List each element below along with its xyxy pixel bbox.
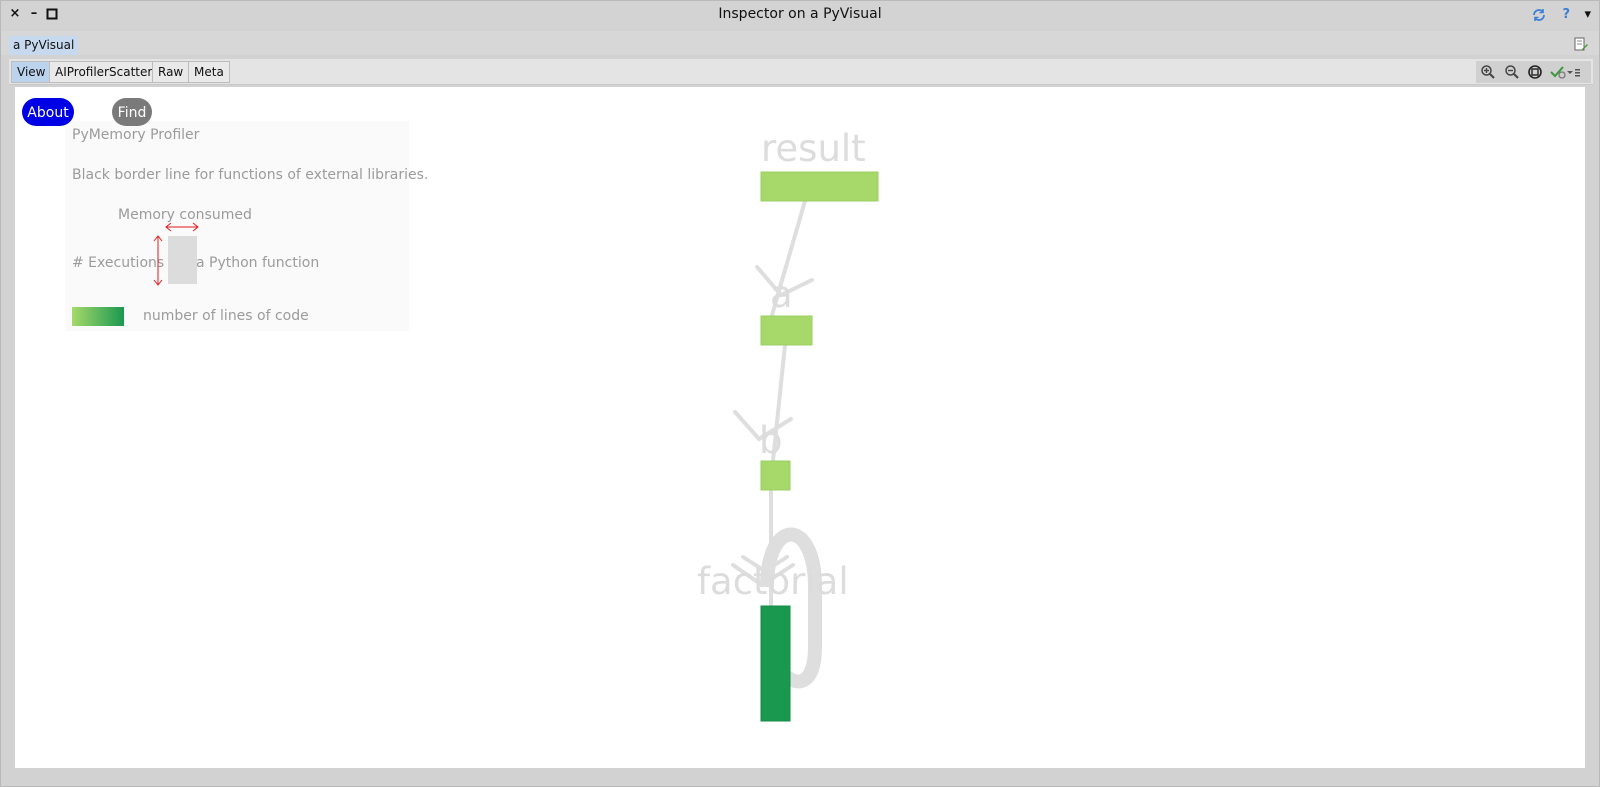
find-button[interactable]: Find bbox=[112, 98, 152, 126]
about-button[interactable]: About bbox=[22, 98, 74, 126]
tab-aiprofilerscatter[interactable]: AIProfilerScatter bbox=[49, 61, 159, 83]
zoom-in-icon[interactable] bbox=[1480, 64, 1496, 80]
legend-border-note: Black border line for functions of exter… bbox=[72, 167, 429, 183]
inspector-window: × – Inspector on a PyVisual ? ▾ a PyVisu… bbox=[0, 0, 1600, 787]
node-label-a: a bbox=[770, 273, 793, 316]
edit-icon bbox=[1574, 37, 1588, 51]
node-a[interactable] bbox=[760, 315, 813, 346]
edit-button[interactable] bbox=[1573, 36, 1589, 52]
tab-raw[interactable]: Raw bbox=[152, 61, 190, 83]
zoom-out-icon[interactable] bbox=[1504, 64, 1520, 80]
refresh-icon bbox=[1533, 9, 1545, 21]
node-factorial[interactable] bbox=[760, 605, 791, 722]
legend-function-box bbox=[168, 236, 197, 284]
legend-gradient-swatch bbox=[72, 307, 124, 326]
tab-meta[interactable]: Meta bbox=[188, 61, 230, 83]
refresh-button[interactable] bbox=[1531, 7, 1547, 28]
node-result[interactable] bbox=[760, 171, 879, 202]
legend-panel: PyMemory Profiler Black border line for … bbox=[65, 121, 428, 331]
legend-gradient-label: number of lines of code bbox=[143, 308, 309, 324]
node-b[interactable] bbox=[760, 460, 791, 491]
view-toolbar bbox=[1476, 61, 1591, 83]
view-tabs-bar: View AIProfilerScatter Raw Meta bbox=[9, 59, 1593, 85]
help-button[interactable]: ? bbox=[1562, 7, 1570, 23]
title-bar: × – Inspector on a PyVisual ? ▾ bbox=[1, 1, 1599, 29]
tab-view[interactable]: View bbox=[11, 61, 52, 83]
window-menu-button[interactable]: ▾ bbox=[1584, 7, 1591, 23]
window-title: Inspector on a PyVisual bbox=[718, 6, 882, 22]
legend-function-label: a Python function bbox=[196, 255, 320, 271]
zoom-fit-icon[interactable] bbox=[1527, 64, 1543, 80]
node-label-factorial: factorial bbox=[697, 560, 849, 603]
visualization-canvas[interactable]: result a b factorial PyMemory Profiler B… bbox=[15, 87, 1585, 768]
node-label-result: result bbox=[761, 127, 866, 170]
inspector-tab-row: a PyVisual bbox=[1, 31, 1599, 55]
legend-title: PyMemory Profiler bbox=[72, 127, 200, 143]
legend-function-diagram bbox=[153, 222, 199, 286]
node-label-b: b bbox=[759, 419, 783, 462]
tab-a-pyvisual[interactable]: a PyVisual bbox=[9, 36, 79, 55]
check-settings-icon[interactable] bbox=[1550, 64, 1580, 80]
